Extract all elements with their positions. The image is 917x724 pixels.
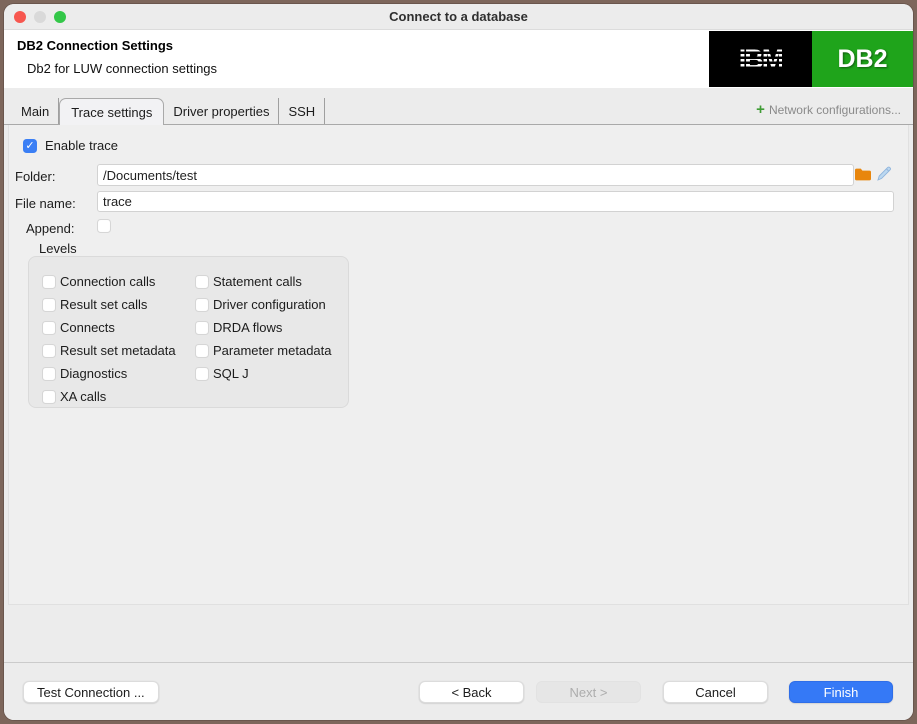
tab-main[interactable]: Main [12, 98, 59, 124]
levels-group: Connection calls Result set calls Connec… [28, 256, 349, 408]
finish-button[interactable]: Finish [789, 681, 893, 703]
connects-checkbox[interactable] [42, 321, 56, 335]
next-button: Next > [536, 681, 641, 703]
tabs: Main Trace settings Driver properties SS… [12, 98, 325, 124]
minimize-window-icon [34, 11, 46, 23]
level-statement-calls: Statement calls [195, 270, 332, 293]
level-diagnostics: Diagnostics [42, 362, 176, 385]
ibm-logo-icon: IBM [709, 31, 812, 87]
folder-label: Folder: [15, 169, 55, 184]
level-driver-configuration: Driver configuration [195, 293, 332, 316]
zoom-window-icon[interactable] [54, 11, 66, 23]
level-result-set-metadata: Result set metadata [42, 339, 176, 362]
level-connection-calls: Connection calls [42, 270, 176, 293]
diagnostics-checkbox[interactable] [42, 367, 56, 381]
level-parameter-metadata: Parameter metadata [195, 339, 332, 362]
file-name-input[interactable] [97, 191, 894, 212]
level-drda-flows: DRDA flows [195, 316, 332, 339]
connect-database-dialog: Connect to a database DB2 Connection Set… [4, 4, 913, 720]
folder-input[interactable] [97, 164, 854, 186]
back-button[interactable]: < Back [419, 681, 524, 703]
parameter-metadata-checkbox[interactable] [195, 344, 209, 358]
plus-icon: + [756, 102, 765, 117]
levels-group-label: Levels [39, 241, 77, 256]
file-name-label: File name: [15, 196, 76, 211]
folder-icon[interactable] [854, 167, 872, 182]
window-title: Connect to a database [389, 9, 528, 24]
tab-trace-settings[interactable]: Trace settings [59, 98, 164, 125]
result-set-metadata-checkbox[interactable] [42, 344, 56, 358]
append-checkbox[interactable] [97, 219, 111, 233]
tab-ssh[interactable]: SSH [279, 98, 325, 124]
network-configurations-label: Network configurations... [769, 103, 901, 117]
xa-calls-checkbox[interactable] [42, 390, 56, 404]
page-subtitle: Db2 for LUW connection settings [27, 61, 217, 76]
sql-j-checkbox[interactable] [195, 367, 209, 381]
levels-column-1: Connection calls Result set calls Connec… [42, 270, 176, 408]
drda-flows-checkbox[interactable] [195, 321, 209, 335]
tab-bar: Main Trace settings Driver properties SS… [4, 88, 913, 125]
trace-settings-panel: Enable trace Folder: File name: Append: … [8, 125, 909, 605]
title-bar: Connect to a database [4, 4, 913, 30]
result-set-calls-checkbox[interactable] [42, 298, 56, 312]
traffic-lights [14, 11, 66, 23]
level-result-set-calls: Result set calls [42, 293, 176, 316]
dialog-header: DB2 Connection Settings Db2 for LUW conn… [4, 30, 913, 88]
cancel-button[interactable]: Cancel [663, 681, 768, 703]
statement-calls-checkbox[interactable] [195, 275, 209, 289]
level-connects: Connects [42, 316, 176, 339]
close-window-icon[interactable] [14, 11, 26, 23]
append-label: Append: [26, 221, 74, 236]
enable-trace-label: Enable trace [45, 138, 118, 153]
ibm-db2-logo: IBM DB2 [709, 31, 913, 87]
connection-calls-checkbox[interactable] [42, 275, 56, 289]
level-sql-j: SQL J [195, 362, 332, 385]
dialog-footer: Test Connection ... < Back Next > Cancel… [4, 662, 913, 720]
db2-logo-icon: DB2 [812, 31, 913, 87]
tab-driver-properties[interactable]: Driver properties [164, 98, 279, 124]
test-connection-button[interactable]: Test Connection ... [23, 681, 159, 703]
enable-trace-checkbox[interactable] [23, 139, 37, 153]
page-title: DB2 Connection Settings [17, 38, 173, 53]
levels-column-2: Statement calls Driver configuration DRD… [195, 270, 332, 385]
level-xa-calls: XA calls [42, 385, 176, 408]
network-configurations-link[interactable]: + Network configurations... [756, 102, 901, 117]
driver-configuration-checkbox[interactable] [195, 298, 209, 312]
pencil-icon[interactable] [876, 165, 892, 182]
enable-trace-row: Enable trace [23, 138, 118, 153]
